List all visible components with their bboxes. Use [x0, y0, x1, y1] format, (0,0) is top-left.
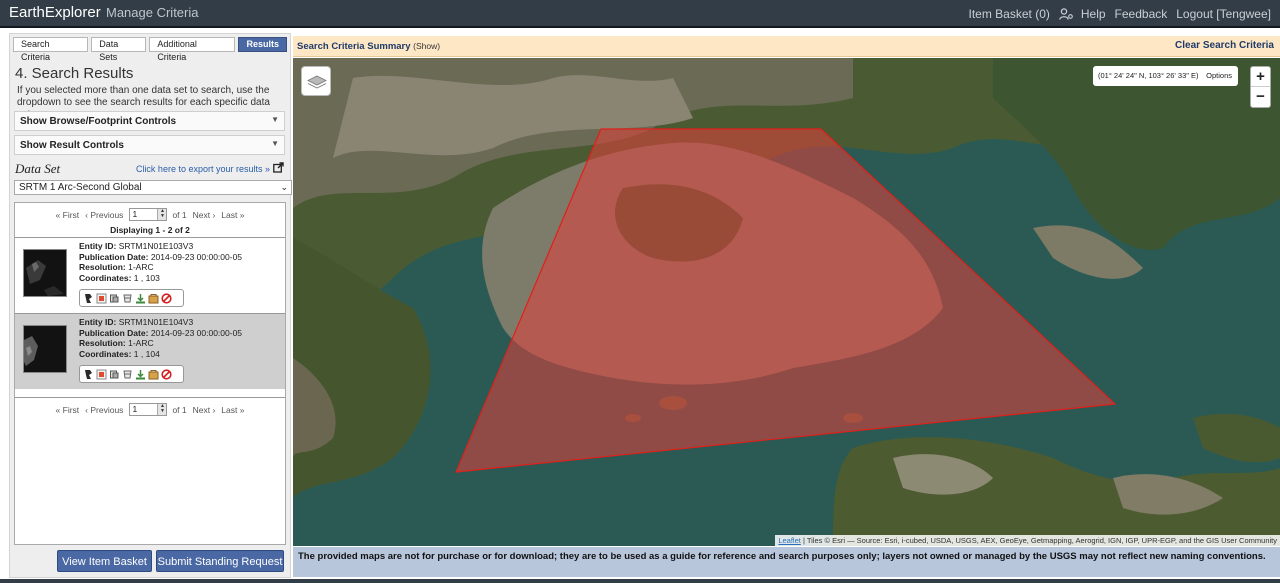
- caret-down-icon: ▼: [271, 115, 279, 124]
- data-set-select[interactable]: SRTM 1 Arc-Second Global ⌄: [14, 180, 292, 195]
- zoom-in-button[interactable]: +: [1251, 67, 1270, 87]
- logout-link[interactable]: Logout [Tengwee]: [1176, 7, 1271, 21]
- chevron-down-icon: ⌄: [280, 182, 288, 192]
- pager-last-link[interactable]: Last »: [221, 210, 244, 220]
- layers-button[interactable]: [301, 66, 331, 96]
- result-controls-toggle[interactable]: Show Result Controls ▼: [14, 135, 285, 155]
- pager-next-link[interactable]: Next ›: [193, 405, 216, 415]
- browse-footprint-controls-toggle[interactable]: Show Browse/Footprint Controls ▼: [14, 111, 285, 131]
- metadata-icon[interactable]: [122, 369, 133, 380]
- footprint-icon[interactable]: [83, 369, 94, 380]
- pager-top: « First ‹ Previous 1 ▲ ▼ of 1 Next › Last…: [15, 208, 285, 221]
- map-disclaimer: The provided maps are not for purchase o…: [293, 547, 1280, 577]
- metadata-icon[interactable]: [122, 293, 133, 304]
- pager-previous-link[interactable]: ‹ Previous: [85, 405, 123, 415]
- item-basket-link[interactable]: Item Basket (0): [969, 7, 1050, 21]
- displaying-count: Displaying 1 - 2 of 2: [110, 225, 190, 235]
- bottom-border: [0, 579, 1280, 583]
- compare-icon[interactable]: [109, 293, 120, 304]
- download-icon[interactable]: [135, 293, 146, 304]
- publication-date: 2014-09-23 00:00:00-05: [150, 251, 243, 262]
- help-link[interactable]: Help: [1081, 7, 1106, 21]
- data-set-selected: SRTM 1 Arc-Second Global: [19, 182, 142, 193]
- criteria-tabs: Search Criteria Data Sets Additional Cri…: [13, 37, 290, 62]
- layers-icon: [307, 75, 327, 89]
- exclude-icon[interactable]: [161, 368, 172, 380]
- result-thumbnail[interactable]: [23, 249, 67, 297]
- brand-logo[interactable]: EarthExplorer: [9, 4, 101, 21]
- map-options-link[interactable]: Options: [1206, 66, 1232, 86]
- top-navbar: EarthExplorer Manage Criteria Item Baske…: [0, 0, 1280, 28]
- zoom-out-button[interactable]: −: [1251, 87, 1270, 107]
- exclude-icon[interactable]: [161, 292, 172, 304]
- panel-title: 4. Search Results: [15, 65, 134, 82]
- page-number-input[interactable]: 1 ▲ ▼: [129, 208, 168, 221]
- tab-data-sets[interactable]: Data Sets: [91, 37, 147, 62]
- footprint-icon[interactable]: [83, 293, 94, 304]
- map-view[interactable]: (01° 24' 24" N, 103° 26' 33" E) Options …: [293, 58, 1280, 546]
- data-set-label: Data Set: [15, 161, 61, 176]
- zoom-control: + −: [1250, 66, 1271, 108]
- export-results-link[interactable]: Click here to export your results »: [136, 164, 270, 174]
- summary-show-link[interactable]: (Show): [413, 41, 440, 51]
- external-link-icon[interactable]: [273, 162, 284, 173]
- resolution: 1-ARC: [128, 262, 154, 272]
- caret-down-icon: ▼: [271, 139, 279, 148]
- coordinate-readout: (01° 24' 24" N, 103° 26' 33" E) Options: [1093, 66, 1238, 86]
- pager-next-link[interactable]: Next ›: [193, 210, 216, 220]
- page-number-value: 1: [132, 209, 138, 219]
- pager-bottom: « First ‹ Previous 1 ▲ ▼ of 1 Next › Last…: [15, 397, 285, 416]
- tab-results[interactable]: Results: [238, 37, 287, 52]
- result-metadata: Entity ID: SRTM1N01E104V3 Publication Da…: [79, 317, 243, 359]
- user-settings-icon[interactable]: [1059, 8, 1073, 20]
- spinner-icon[interactable]: ▲ ▼: [157, 404, 167, 415]
- resolution: 1-ARC: [128, 338, 154, 348]
- result-actions: [79, 365, 184, 383]
- tab-additional-criteria[interactable]: Additional Criteria: [149, 37, 236, 62]
- results-list: « First ‹ Previous 1 ▲ ▼ of 1 Next › Last…: [14, 202, 286, 545]
- entity-id: SRTM1N01E104V3: [118, 317, 194, 327]
- pager-of-label: of 1: [172, 404, 187, 415]
- order-icon[interactable]: [148, 293, 159, 304]
- user-nav: Item Basket (0) Help Feedback Logout [Te…: [969, 0, 1280, 28]
- page-number-value: 1: [132, 404, 138, 414]
- coordinates: 1 , 104: [133, 348, 160, 359]
- spinner-icon[interactable]: ▲ ▼: [157, 209, 167, 220]
- page-number-input[interactable]: 1 ▲ ▼: [129, 403, 168, 416]
- result-thumbnail[interactable]: [23, 325, 67, 373]
- browse-overlay-icon[interactable]: [96, 369, 107, 380]
- manage-criteria-link[interactable]: Manage Criteria: [106, 5, 199, 20]
- feedback-link[interactable]: Feedback: [1115, 7, 1168, 21]
- download-icon[interactable]: [135, 369, 146, 380]
- clear-search-criteria-link[interactable]: Clear Search Criteria: [1175, 40, 1274, 51]
- view-item-basket-button[interactable]: View Item Basket »: [57, 550, 152, 583]
- pager-of-label: of 1: [172, 209, 187, 220]
- satellite-imagery: [293, 58, 1280, 546]
- map-attribution: Leaflet | Tiles © Esri — Source: Esri, i…: [775, 535, 1280, 546]
- result-actions: [79, 289, 184, 307]
- result-row[interactable]: Entity ID: SRTM1N01E103V3 Publication Da…: [15, 237, 285, 313]
- tab-search-criteria[interactable]: Search Criteria: [13, 37, 89, 62]
- submit-standing-request-button[interactable]: Submit Standing Request »: [156, 550, 284, 583]
- pager-previous-link[interactable]: ‹ Previous: [85, 210, 123, 220]
- coordinate-text: (01° 24' 24" N, 103° 26' 33" E): [1098, 71, 1199, 80]
- results-panel: Search Criteria Data Sets Additional Cri…: [9, 33, 292, 578]
- result-metadata: Entity ID: SRTM1N01E103V3 Publication Da…: [79, 241, 243, 283]
- compare-icon[interactable]: [109, 369, 120, 380]
- entity-id: SRTM1N01E103V3: [118, 241, 194, 251]
- publication-date: 2014-09-23 00:00:00-05: [150, 327, 243, 338]
- coordinates: 1 , 103: [133, 272, 160, 283]
- browse-controls-label: Show Browse/Footprint Controls: [20, 116, 177, 127]
- pager-last-link[interactable]: Last »: [221, 405, 244, 415]
- browse-overlay-icon[interactable]: [96, 293, 107, 304]
- leaflet-link[interactable]: Leaflet: [778, 536, 801, 545]
- summary-title: Search Criteria Summary (Show): [297, 41, 441, 52]
- pager-first-link[interactable]: « First: [56, 210, 80, 220]
- attribution-text: | Tiles © Esri — Source: Esri, i-cubed, …: [800, 536, 1277, 545]
- result-row[interactable]: Entity ID: SRTM1N01E104V3 Publication Da…: [15, 313, 285, 389]
- result-controls-label: Show Result Controls: [20, 140, 124, 151]
- pager-first-link[interactable]: « First: [56, 405, 80, 415]
- search-criteria-summary-bar: Search Criteria Summary (Show) Clear Sea…: [293, 36, 1280, 57]
- order-icon[interactable]: [148, 369, 159, 380]
